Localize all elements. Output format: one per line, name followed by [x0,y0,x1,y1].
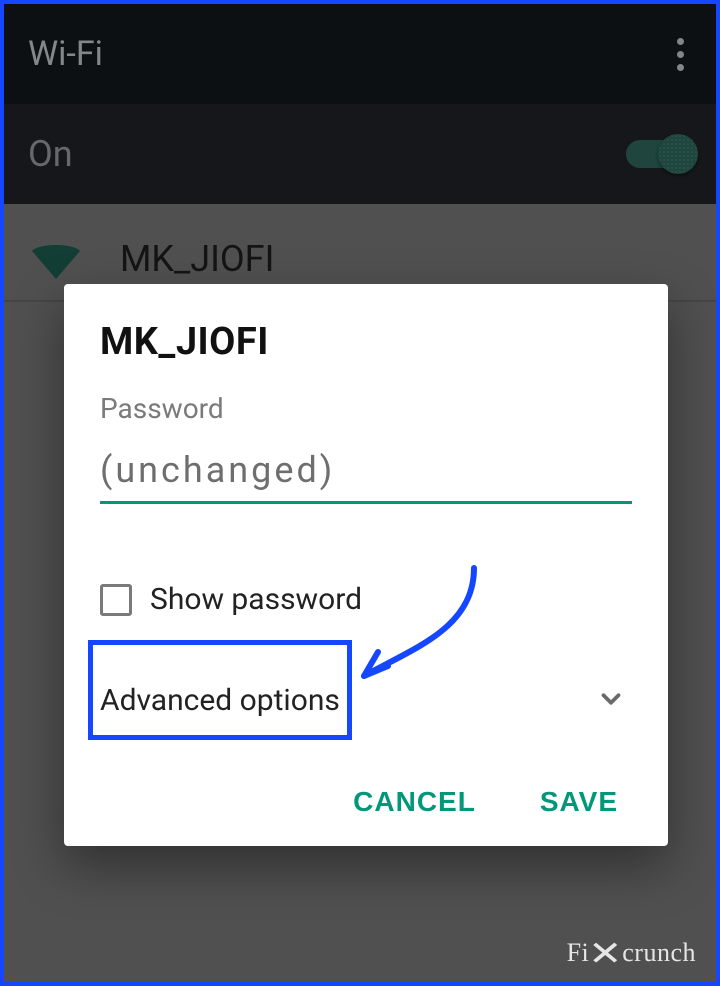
dialog-actions: CANCEL SAVE [100,776,632,828]
advanced-options-label: Advanced options [100,683,340,718]
checkbox-icon [100,584,132,616]
show-password-label: Show password [150,582,362,617]
watermark-text-right: crunch [622,938,696,968]
show-password-checkbox[interactable]: Show password [100,582,632,617]
cancel-button[interactable]: CANCEL [347,776,482,828]
chevron-down-icon [596,684,626,718]
password-label: Password [100,392,632,425]
wifi-network-dialog: MK_JIOFI Password Show password Advanced… [64,284,668,846]
screenshot-frame: Wi-Fi On MK_JIOFI MK_JIOFI Password [0,0,720,986]
watermark-text-left: Fi [567,938,590,968]
password-input[interactable] [100,443,632,504]
advanced-options-toggle[interactable]: Advanced options [100,665,632,736]
watermark: Fi ✕ crunch [567,938,696,968]
save-button[interactable]: SAVE [534,776,624,828]
dialog-title: MK_JIOFI [100,320,632,364]
